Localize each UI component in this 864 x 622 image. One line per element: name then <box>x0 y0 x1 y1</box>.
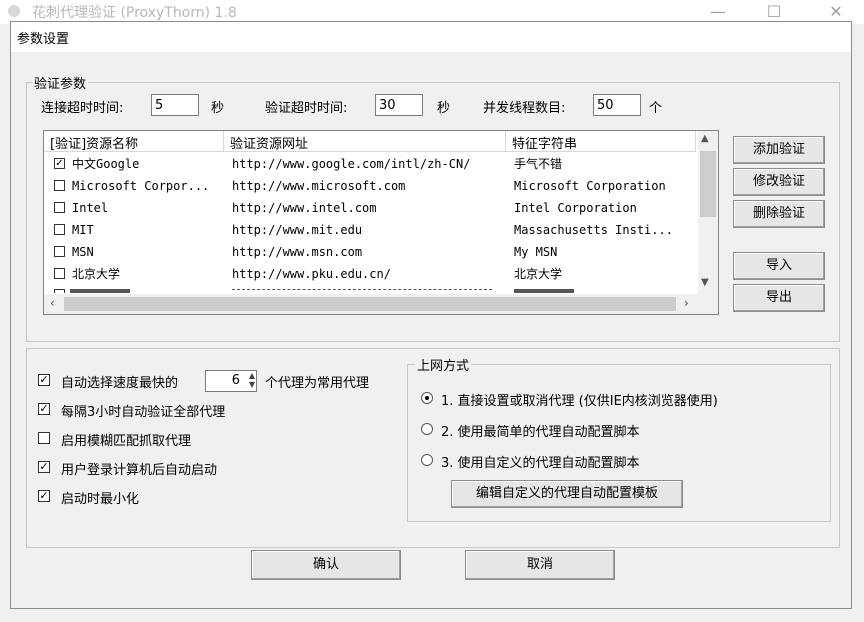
connect-timeout-input[interactable] <box>151 94 199 116</box>
minimize-icon[interactable]: — <box>704 2 732 21</box>
scroll-down-icon[interactable]: ▼ <box>701 277 709 288</box>
delete-verify-button[interactable]: 删除验证 <box>733 200 825 228</box>
threads-label: 并发线程数目: <box>483 101 566 116</box>
network-mode-label: 上网方式 <box>415 355 472 374</box>
network-option-1-radio[interactable] <box>421 392 433 404</box>
network-option-3-radio[interactable] <box>421 454 433 466</box>
verify-timeout-label: 验证超时时间: <box>265 101 348 116</box>
list-cell-feature: 手气不错 <box>514 157 563 171</box>
verify-timeout-unit: 秒 <box>437 101 451 116</box>
list-cell-name: 中文Google <box>72 157 140 171</box>
list-cell-name: MIT <box>72 223 94 237</box>
list-cell-feature: Microsoft Corporation <box>514 179 666 193</box>
column-header-feature[interactable]: 特征字符串 <box>506 131 696 152</box>
column-header-name[interactable]: [验证]资源名称 <box>44 131 224 152</box>
verify-resource-list[interactable]: [验证]资源名称 验证资源网址 特征字符串 ✓ 中文Google http://ww… <box>43 130 719 315</box>
auto-select-label-suffix: 个代理为常用代理 <box>265 376 370 391</box>
list-cell-url: http://www.mit.edu <box>232 223 363 237</box>
ok-button[interactable]: 确认 <box>251 550 401 580</box>
list-cell-feature: Massachusetts Insti... <box>514 223 673 237</box>
scroll-up-icon[interactable]: ▲ <box>701 133 709 144</box>
list-item-partial <box>44 285 696 293</box>
list-cell-name: MSN <box>72 245 94 259</box>
close-icon[interactable]: ✕ <box>822 2 850 21</box>
fuzzy-match-label: 启用模糊匹配抓取代理 <box>61 434 192 449</box>
verify-timeout-input[interactable] <box>375 94 423 116</box>
scroll-left-icon[interactable]: ‹ <box>50 296 55 310</box>
scroll-right-icon[interactable]: › <box>684 296 689 310</box>
list-cell-url: http://www.msn.com <box>232 245 363 259</box>
column-header-url[interactable]: 验证资源网址 <box>224 131 506 152</box>
list-item-checkbox[interactable] <box>54 246 65 257</box>
list-horizontal-scrollbar[interactable]: ‹ › <box>44 294 700 314</box>
list-item-checkbox[interactable] <box>54 202 65 213</box>
network-option-1-label: 1. 直接设置或取消代理 (仅供IE内核浏览器使用) <box>441 394 718 409</box>
list-item-checkbox[interactable] <box>54 268 65 279</box>
list-item[interactable]: Microsoft Corpor... http://www.microsoft.… <box>44 175 696 197</box>
connect-timeout-label: 连接超时时间: <box>41 101 124 116</box>
autostart-label: 用户登录计算机后自动启动 <box>61 463 218 478</box>
list-cell-name: 北京大学 <box>72 267 121 281</box>
network-option-2-radio[interactable] <box>421 423 433 435</box>
dialog-titlebar: 参数设置 <box>11 22 851 52</box>
dialog-title: 参数设置 <box>17 32 70 47</box>
list-item-checkbox[interactable] <box>54 224 65 235</box>
threads-unit: 个 <box>649 101 663 116</box>
list-cell-feature: My MSN <box>514 245 558 259</box>
list-cell-url: http://www.pku.edu.cn/ <box>232 267 391 281</box>
list-item[interactable]: ✓ 中文Google http://www.google.com/intl/zh-C… <box>44 153 696 175</box>
edit-verify-button[interactable]: 修改验证 <box>733 168 825 196</box>
add-verify-button[interactable]: 添加验证 <box>733 136 825 164</box>
import-button[interactable]: 导入 <box>733 252 825 280</box>
list-item-checkbox[interactable]: ✓ <box>54 158 65 169</box>
maximize-icon[interactable]: ☐ <box>760 2 788 21</box>
spinner-arrows-icon[interactable]: ▲ ▼ <box>249 371 255 389</box>
list-item[interactable]: Intel http://www.intel.com Intel Corporati… <box>44 197 696 219</box>
network-option-3-label: 3. 使用自定义的代理自动配置脚本 <box>441 456 640 471</box>
auto-select-count-value: 6 <box>231 373 240 388</box>
autostart-checkbox[interactable]: ✓ <box>38 461 50 473</box>
export-button[interactable]: 导出 <box>733 284 825 312</box>
main-window-title: 花刺代理验证 (ProxyThorn) 1.8 <box>32 5 237 21</box>
list-item[interactable]: MSN http://www.msn.com My MSN <box>44 241 696 263</box>
list-item[interactable]: MIT http://www.mit.edu Massachusetts Insti… <box>44 219 696 241</box>
list-cell-feature: 北京大学 <box>514 267 563 281</box>
list-cell-feature: Intel Corporation <box>514 201 637 215</box>
auto-verify-checkbox[interactable]: ✓ <box>38 403 50 415</box>
list-cell-name: Intel <box>72 201 109 215</box>
auto-select-checkbox[interactable]: ✓ <box>38 374 50 386</box>
app-logo-icon <box>8 5 20 17</box>
list-cell-name: Microsoft Corpor... <box>72 179 210 193</box>
settings-dialog: 参数设置 验证参数 连接超时时间: 秒 验证超时时间: 秒 并发线程数目: 个 … <box>10 21 852 609</box>
network-option-2-label: 2. 使用最简单的代理自动配置脚本 <box>441 425 640 440</box>
verify-params-label: 验证参数 <box>32 73 89 92</box>
cancel-button[interactable]: 取消 <box>465 550 615 580</box>
list-vertical-scrollbar[interactable]: ▲ ▼ <box>698 131 718 294</box>
list-cell-url: http://www.google.com/intl/zh-CN/ <box>232 157 471 171</box>
list-vscroll-thumb[interactable] <box>700 151 716 217</box>
minimize-checkbox[interactable]: ✓ <box>38 490 50 502</box>
minimize-label: 启动时最小化 <box>61 492 140 507</box>
auto-verify-label: 每隔3小时自动验证全部代理 <box>61 405 226 420</box>
auto-select-count-spinner[interactable]: 6 ▲ ▼ <box>205 370 257 392</box>
list-cell-url: http://www.microsoft.com <box>232 179 406 193</box>
fuzzy-match-checkbox[interactable] <box>38 432 50 444</box>
list-item-checkbox[interactable] <box>54 180 65 191</box>
edit-template-button[interactable]: 编辑自定义的代理自动配置模板 <box>451 480 683 508</box>
scroll-corner <box>698 294 718 314</box>
auto-select-label-prefix: 自动选择速度最快的 <box>61 376 179 391</box>
connect-timeout-unit: 秒 <box>211 101 225 116</box>
list-cell-url: http://www.intel.com <box>232 201 377 215</box>
list-item[interactable]: 北京大学 http://www.pku.edu.cn/北京大学 <box>44 263 696 285</box>
list-hscroll-thumb[interactable] <box>64 297 676 311</box>
threads-input[interactable] <box>593 94 641 116</box>
